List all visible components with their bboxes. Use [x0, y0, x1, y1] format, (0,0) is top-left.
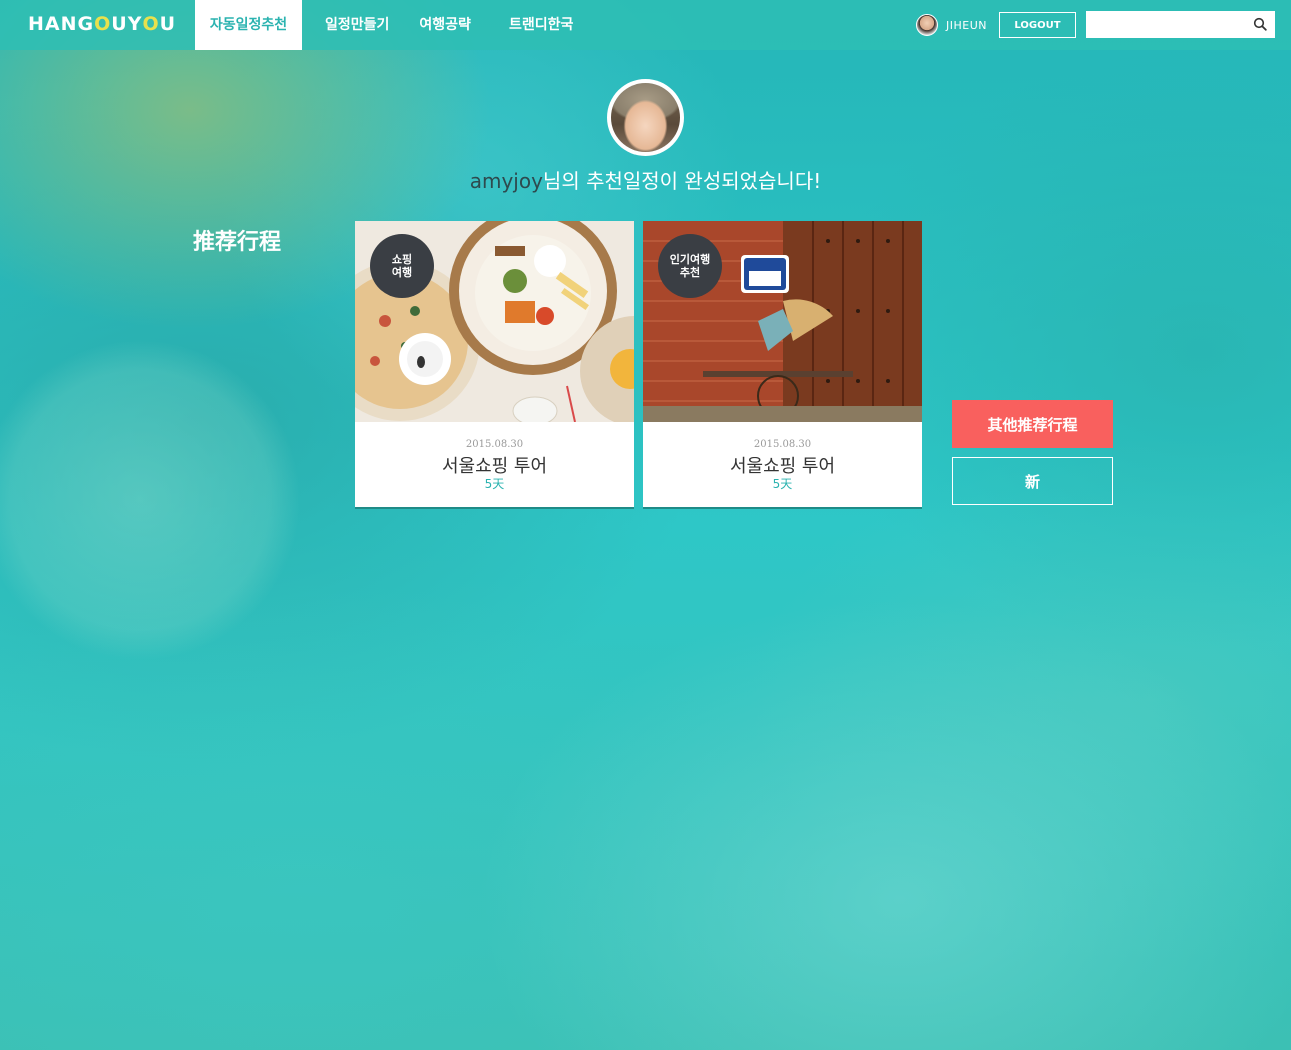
nav-make-schedule[interactable]: 일정만들기	[325, 0, 389, 50]
card-days: 5天	[484, 477, 505, 491]
search-box	[1086, 11, 1275, 38]
itinerary-card[interactable]: 인기여행 추천 2015.08.30 서울쇼핑 투어 5天	[643, 221, 922, 507]
background	[0, 0, 1291, 1050]
welcome-message: amyjoy님의 추천일정이 완성되었습니다!	[0, 165, 1291, 194]
card-photo-food: 쇼핑 여행	[355, 221, 634, 422]
card-date: 2015.08.30	[753, 439, 812, 450]
logo-text-part3: U	[159, 13, 177, 35]
logo-text-part1: HANG	[28, 13, 95, 35]
user-avatar	[916, 14, 938, 36]
profile-photo	[611, 83, 680, 152]
nav-auto-recommend[interactable]: 자동일정추천	[195, 0, 302, 50]
logo-o-1: O	[94, 13, 112, 35]
logo[interactable]: HANG O UY O U	[28, 12, 176, 36]
nav-trendy-korea[interactable]: 트랜디한국	[509, 0, 573, 50]
section-title: 推荐行程	[193, 230, 282, 255]
user-name: JIHEUN	[946, 18, 987, 32]
profile-avatar	[607, 79, 684, 156]
search-input[interactable]	[1086, 11, 1246, 38]
new-schedule-button[interactable]: 新	[952, 457, 1113, 505]
card-category-badge: 쇼핑 여행	[370, 234, 434, 298]
logout-button[interactable]: LOGOUT	[999, 12, 1076, 38]
search-icon[interactable]	[1253, 17, 1267, 31]
other-recommendations-button[interactable]: 其他推荐行程	[952, 400, 1113, 448]
logo-text-part2: UY	[111, 13, 143, 35]
nav-travel-guide[interactable]: 여행공략	[419, 0, 471, 50]
card-category-badge: 인기여행 추천	[658, 234, 722, 298]
itinerary-card[interactable]: 쇼핑 여행 2015.08.30 서울쇼핑 투어 5天	[355, 221, 634, 507]
top-navigation-bar: HANG O UY O U 자동일정추천 일정만들기 여행공략 트랜디한국 JIHEUN…	[0, 0, 1291, 50]
welcome-text: 님의 추천일정이 완성되었습니다!	[542, 169, 822, 193]
user-info[interactable]: JIHEUN	[916, 14, 987, 36]
card-date: 2015.08.30	[465, 439, 524, 450]
main-nav: 자동일정추천 일정만들기 여행공략 트랜디한국	[195, 0, 573, 50]
card-days: 5天	[772, 477, 793, 491]
welcome-username: amyjoy	[469, 169, 543, 193]
card-photo-street: 인기여행 추천	[643, 221, 922, 422]
logo-o-2: O	[142, 13, 160, 35]
